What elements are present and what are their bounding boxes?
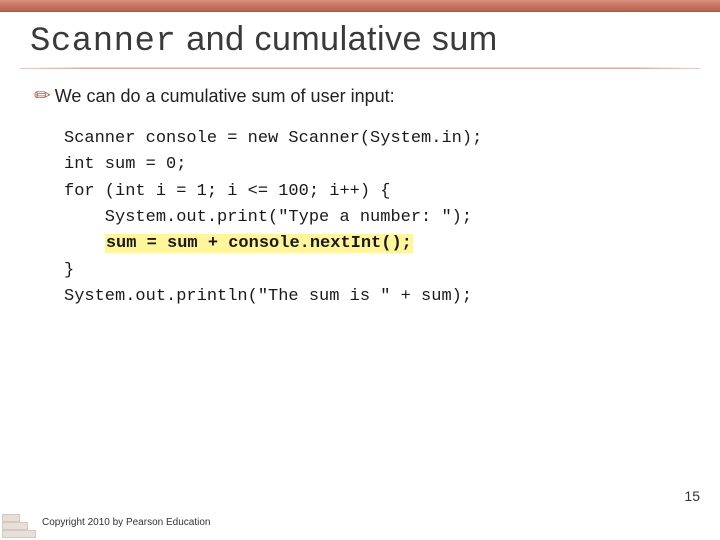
bullet-row: ✏ We can do a cumulative sum of user inp… <box>34 83 686 108</box>
page-number: 15 <box>684 488 700 504</box>
code-line-5-highlight: sum = sum + console.nextInt(); <box>105 234 413 253</box>
title-mono: Scanner <box>30 23 176 61</box>
code-line-4: System.out.print("Type a number: "); <box>64 208 472 227</box>
title-area: Scanner and cumulative sum <box>0 12 720 65</box>
deco-step <box>2 514 20 522</box>
top-accent-bar <box>0 0 720 12</box>
bullet-text: We can do a cumulative sum of user input… <box>55 86 395 107</box>
code-line-6: } <box>64 261 74 280</box>
code-line-5-indent <box>64 234 105 253</box>
body: ✏ We can do a cumulative sum of user inp… <box>0 69 720 310</box>
code-block: Scanner console = new Scanner(System.in)… <box>64 126 686 310</box>
slide-title: Scanner and cumulative sum <box>30 20 690 61</box>
code-line-1: Scanner console = new Scanner(System.in)… <box>64 129 482 148</box>
code-line-3: for (int i = 1; i <= 100; i++) { <box>64 182 390 201</box>
deco-step <box>2 522 28 530</box>
corner-decoration <box>2 508 38 538</box>
title-rest: and cumulative sum <box>176 20 497 58</box>
slide: Scanner and cumulative sum ✏ We can do a… <box>0 0 720 540</box>
code-line-7: System.out.println("The sum is " + sum); <box>64 287 472 306</box>
deco-step <box>2 530 36 538</box>
code-line-2: int sum = 0; <box>64 155 186 174</box>
copyright-text: Copyright 2010 by Pearson Education <box>42 517 210 528</box>
bullet-icon: ✏ <box>34 83 51 108</box>
